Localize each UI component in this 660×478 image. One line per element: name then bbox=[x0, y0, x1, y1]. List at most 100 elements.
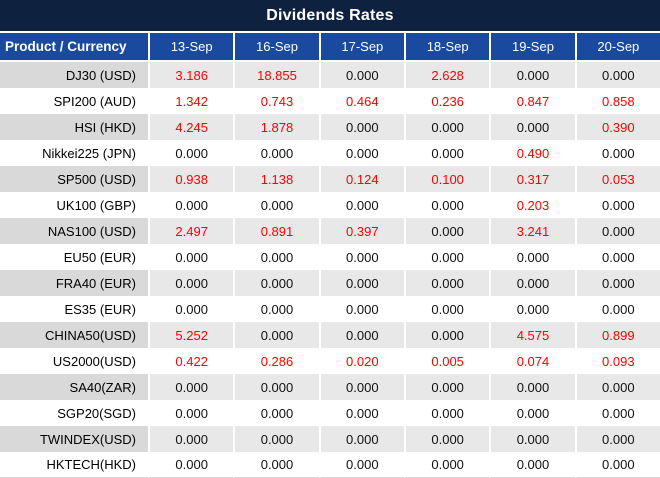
value-cell: 0.000 bbox=[489, 114, 575, 140]
value-cell: 0.000 bbox=[489, 296, 575, 322]
value-cell: 0.000 bbox=[574, 374, 660, 400]
value-cell: 0.000 bbox=[574, 192, 660, 218]
table-row: HKTECH(HKD) 0.000 0.000 0.000 0.000 0.000 0.00… bbox=[0, 452, 660, 478]
value-cell: 0.203 bbox=[489, 192, 575, 218]
value-cell: 0.000 bbox=[403, 374, 490, 400]
value-cell: 0.000 bbox=[148, 400, 234, 426]
product-cell: CHINA50(USD) bbox=[0, 322, 148, 348]
value-cell: 3.241 bbox=[489, 218, 575, 244]
value-cell: 0.000 bbox=[489, 426, 575, 452]
product-cell: FRA40 (EUR) bbox=[0, 270, 148, 296]
value-cell: 0.000 bbox=[233, 296, 319, 322]
value-cell: 0.000 bbox=[318, 192, 404, 218]
value-cell: 0.000 bbox=[403, 140, 490, 166]
value-cell: 0.000 bbox=[574, 62, 660, 88]
product-cell: EU50 (EUR) bbox=[0, 244, 148, 270]
product-cell: TWINDEX(USD) bbox=[0, 426, 148, 452]
product-cell: ES35 (EUR) bbox=[0, 296, 148, 322]
product-cell: NAS100 (USD) bbox=[0, 218, 148, 244]
value-cell: 0.000 bbox=[148, 374, 234, 400]
value-cell: 0.000 bbox=[403, 452, 490, 478]
value-cell: 5.252 bbox=[148, 322, 234, 348]
value-cell: 0.000 bbox=[574, 400, 660, 426]
value-cell: 0.000 bbox=[233, 452, 319, 478]
value-cell: 0.020 bbox=[318, 348, 404, 374]
table-row: SGP20(SGD) 0.000 0.000 0.000 0.000 0.000 0.000 bbox=[0, 400, 660, 426]
product-cell: SP500 (USD) bbox=[0, 166, 148, 192]
value-cell: 0.000 bbox=[574, 452, 660, 478]
value-cell: 0.000 bbox=[403, 400, 490, 426]
product-cell: Nikkei225 (JPN) bbox=[0, 140, 148, 166]
value-cell: 0.000 bbox=[233, 270, 319, 296]
column-header-product-currency: Product / Currency bbox=[0, 33, 148, 62]
value-cell: 0.000 bbox=[318, 244, 404, 270]
header-row: Product / Currency 13-Sep 16-Sep 17-Sep 18-S… bbox=[0, 33, 660, 62]
product-cell: SA40(ZAR) bbox=[0, 374, 148, 400]
value-cell: 0.743 bbox=[233, 88, 319, 114]
value-cell: 1.138 bbox=[233, 166, 319, 192]
value-cell: 0.000 bbox=[148, 296, 234, 322]
value-cell: 0.000 bbox=[148, 192, 234, 218]
product-cell: HKTECH(HKD) bbox=[0, 452, 148, 478]
column-header-date: 20-Sep bbox=[574, 33, 660, 62]
table-header: Product / Currency 13-Sep 16-Sep 17-Sep 18-S… bbox=[0, 33, 660, 62]
table-row: NAS100 (USD) 2.497 0.891 0.397 0.000 3.241 0.0… bbox=[0, 218, 660, 244]
value-cell: 3.186 bbox=[148, 62, 234, 88]
value-cell: 0.000 bbox=[489, 62, 575, 88]
value-cell: 0.000 bbox=[148, 270, 234, 296]
product-cell: SPI200 (AUD) bbox=[0, 88, 148, 114]
value-cell: 0.000 bbox=[233, 322, 319, 348]
value-cell: 0.000 bbox=[318, 140, 404, 166]
value-cell: 0.000 bbox=[403, 114, 490, 140]
value-cell: 0.000 bbox=[574, 426, 660, 452]
value-cell: 0.005 bbox=[403, 348, 490, 374]
table-row: UK100 (GBP) 0.000 0.000 0.000 0.000 0.203 0.00… bbox=[0, 192, 660, 218]
value-cell: 0.000 bbox=[403, 244, 490, 270]
value-cell: 0.490 bbox=[489, 140, 575, 166]
value-cell: 0.000 bbox=[318, 62, 404, 88]
dividends-rates-panel: Dividends Rates Product / Currency 13-Sep… bbox=[0, 0, 660, 478]
value-cell: 0.000 bbox=[318, 296, 404, 322]
column-header-date: 13-Sep bbox=[148, 33, 234, 62]
value-cell: 4.575 bbox=[489, 322, 575, 348]
title-bar: Dividends Rates bbox=[0, 0, 660, 31]
value-cell: 0.000 bbox=[233, 140, 319, 166]
value-cell: 0.286 bbox=[233, 348, 319, 374]
table-row: SP500 (USD) 0.938 1.138 0.124 0.100 0.317 0.05… bbox=[0, 166, 660, 192]
value-cell: 2.497 bbox=[148, 218, 234, 244]
value-cell: 0.000 bbox=[403, 270, 490, 296]
value-cell: 0.074 bbox=[489, 348, 575, 374]
value-cell: 0.000 bbox=[148, 140, 234, 166]
table-row: SPI200 (AUD) 1.342 0.743 0.464 0.236 0.847 0.8… bbox=[0, 88, 660, 114]
value-cell: 0.390 bbox=[574, 114, 660, 140]
value-cell: 0.858 bbox=[574, 88, 660, 114]
value-cell: 1.878 bbox=[233, 114, 319, 140]
value-cell: 0.000 bbox=[403, 322, 490, 348]
value-cell: 0.000 bbox=[574, 140, 660, 166]
product-cell: US2000(USD) bbox=[0, 348, 148, 374]
value-cell: 0.000 bbox=[148, 426, 234, 452]
value-cell: 0.236 bbox=[403, 88, 490, 114]
value-cell: 0.000 bbox=[148, 452, 234, 478]
value-cell: 0.000 bbox=[318, 452, 404, 478]
value-cell: 0.053 bbox=[574, 166, 660, 192]
value-cell: 0.000 bbox=[574, 270, 660, 296]
value-cell: 0.000 bbox=[489, 400, 575, 426]
table-row: TWINDEX(USD) 0.000 0.000 0.000 0.000 0.000 0.0… bbox=[0, 426, 660, 452]
value-cell: 0.000 bbox=[403, 218, 490, 244]
value-cell: 2.628 bbox=[403, 62, 490, 88]
value-cell: 0.422 bbox=[148, 348, 234, 374]
value-cell: 0.847 bbox=[489, 88, 575, 114]
table-row: DJ30 (USD) 3.186 18.855 0.000 2.628 0.000 0.00… bbox=[0, 62, 660, 88]
product-cell: HSI (HKD) bbox=[0, 114, 148, 140]
value-cell: 0.000 bbox=[403, 296, 490, 322]
table-row: CHINA50(USD) 5.252 0.000 0.000 0.000 4.575 0.8… bbox=[0, 322, 660, 348]
value-cell: 0.464 bbox=[318, 88, 404, 114]
product-cell: SGP20(SGD) bbox=[0, 400, 148, 426]
column-header-date: 19-Sep bbox=[489, 33, 575, 62]
table-body: DJ30 (USD) 3.186 18.855 0.000 2.628 0.000 0.00… bbox=[0, 62, 660, 478]
product-cell: UK100 (GBP) bbox=[0, 192, 148, 218]
table-row: Nikkei225 (JPN) 0.000 0.000 0.000 0.000 0.490… bbox=[0, 140, 660, 166]
value-cell: 0.317 bbox=[489, 166, 575, 192]
value-cell: 0.000 bbox=[318, 322, 404, 348]
